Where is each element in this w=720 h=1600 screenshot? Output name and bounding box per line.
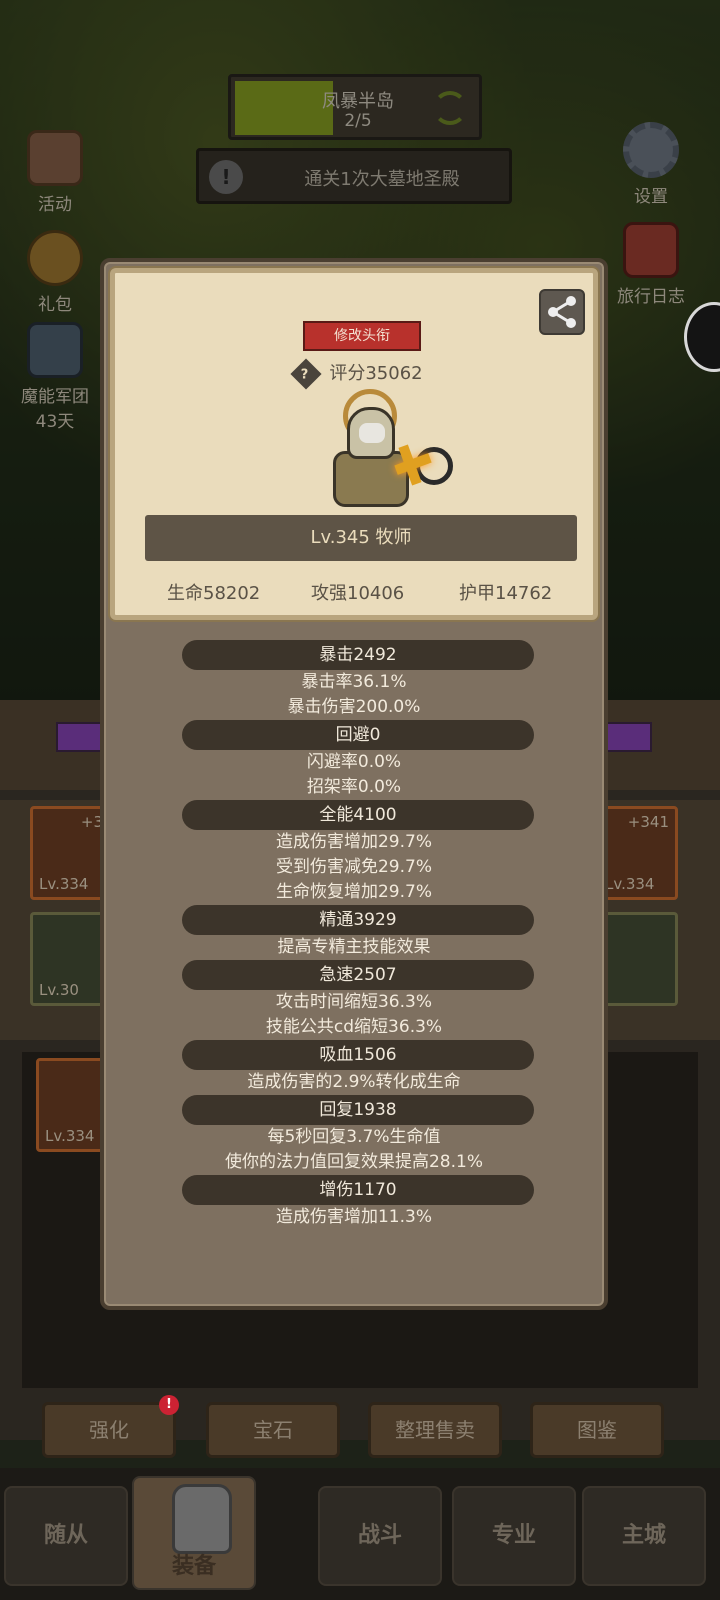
share-icon[interactable] xyxy=(539,289,585,335)
priest-character xyxy=(305,389,465,519)
gear-level: Lv.334 xyxy=(45,1127,95,1145)
stat-header: 精通3929 xyxy=(182,905,534,935)
stat-header: 急速2507 xyxy=(182,960,534,990)
tab-profession[interactable]: 专业 xyxy=(452,1486,576,1586)
gear-level: Lv.334 xyxy=(39,875,89,893)
codex-label: 图鉴 xyxy=(577,1418,617,1442)
gear-icon xyxy=(623,122,679,178)
stat-detail: 暴击率36.1% xyxy=(301,672,407,692)
stat-detail: 提高专精主技能效果 xyxy=(277,937,431,957)
help-glyph: ? xyxy=(301,367,309,383)
tab-profession-label: 专业 xyxy=(491,1523,536,1548)
refresh-icon[interactable] xyxy=(433,91,467,125)
sort-sell-label: 整理售卖 xyxy=(395,1418,475,1442)
stat-armor: 护甲14762 xyxy=(459,583,553,604)
stat-detail: 造成伤害增加11.3% xyxy=(275,1207,432,1227)
score-label: 评分35062 xyxy=(329,363,423,384)
legion-label: 魔能军团 xyxy=(21,387,89,407)
settings-button[interactable]: 设置 xyxy=(606,122,696,207)
stat-detail: 造成伤害的2.9%转化成生命 xyxy=(247,1072,461,1092)
event-scroll-icon xyxy=(27,130,83,186)
stat-detail: 使你的法力值回复效果提高28.1% xyxy=(224,1152,483,1172)
character-stats-modal: 修改头衔 ? 评分35062 Lv.345 牧师 生命58202 攻强10406… xyxy=(100,258,608,1310)
gear-slot-book[interactable] xyxy=(596,912,678,1006)
gift-label: 礼包 xyxy=(38,295,72,315)
stat-detail: 暴击伤害200.0% xyxy=(287,697,421,717)
enhance-label: 强化 xyxy=(89,1418,129,1442)
stat-detail: 招架率0.0% xyxy=(306,777,402,797)
tab-battle-label: 战斗 xyxy=(357,1523,402,1548)
legion-helmet-icon xyxy=(27,322,83,378)
tab-city[interactable]: 主城 xyxy=(582,1486,706,1586)
tab-follower-label: 随从 xyxy=(43,1523,88,1548)
stat-detail: 闪避率0.0% xyxy=(306,752,402,772)
event-button[interactable]: 活动 xyxy=(10,130,100,215)
alert-icon: ! xyxy=(209,160,243,194)
stat-header: 全能4100 xyxy=(182,800,534,830)
gear-level: Lv.30 xyxy=(39,981,79,999)
gift-icon xyxy=(27,230,83,286)
stat-header: 增伤1170 xyxy=(182,1175,534,1205)
tab-equip[interactable]: 装备 xyxy=(132,1476,256,1590)
journal-icon xyxy=(623,222,679,278)
gem-label: 宝石 xyxy=(253,1418,293,1442)
stat-header: 吸血1506 xyxy=(182,1040,534,1070)
legion-button[interactable]: 魔能军团 43天 xyxy=(10,322,100,432)
notification-badge: ! xyxy=(159,1395,179,1415)
basic-stats: 生命58202 攻强10406 护甲14762 xyxy=(115,579,603,609)
stat-detail: 每5秒回复3.7%生命值 xyxy=(267,1127,441,1147)
stat-detail: 受到伤害减免29.7% xyxy=(275,857,432,877)
stat-detail: 技能公共cd缩短36.3% xyxy=(265,1017,443,1037)
tab-battle[interactable]: 战斗 xyxy=(318,1486,442,1586)
stat-detail: 生命恢复增加29.7% xyxy=(275,882,432,902)
quest-banner[interactable]: ! 通关1次大墓地圣殿 xyxy=(196,148,512,204)
gear-level: Lv.334 xyxy=(605,875,655,893)
gear-slot-weapon[interactable]: +341 Lv.334 xyxy=(596,806,678,900)
stat-header: 回避0 xyxy=(182,720,534,750)
legion-days: 43天 xyxy=(35,412,75,432)
sort-sell-button[interactable]: 整理售卖 xyxy=(368,1402,502,1458)
score-row: ? 评分35062 xyxy=(115,358,603,390)
stage-progress-panel[interactable]: 凤暴半岛 2/5 xyxy=(228,74,482,140)
event-label: 活动 xyxy=(38,195,72,215)
codex-button[interactable]: 图鉴 xyxy=(530,1402,664,1458)
help-icon[interactable]: ? xyxy=(290,358,322,390)
edit-title-button[interactable]: 修改头衔 xyxy=(303,321,421,351)
character-card: 修改头衔 ? 评分35062 Lv.345 牧师 生命58202 攻强10406… xyxy=(110,268,598,620)
settings-label: 设置 xyxy=(634,187,668,207)
tab-follower[interactable]: 随从 xyxy=(4,1486,128,1586)
quest-text: 通关1次大墓地圣殿 xyxy=(304,169,460,190)
level-class-bar: Lv.345 牧师 xyxy=(145,515,577,561)
journal-button[interactable]: 旅行日志 xyxy=(606,222,696,307)
gear-plus: +341 xyxy=(627,813,669,831)
gem-button[interactable]: 宝石 xyxy=(206,1402,340,1458)
tab-equip-label: 装备 xyxy=(171,1554,216,1579)
secondary-stats-list: 暴击2492 暴击率36.1% 暴击伤害200.0% 回避0 闪避率0.0% 招架率0.0… xyxy=(104,640,604,1230)
stat-detail: 造成伤害增加29.7% xyxy=(275,832,432,852)
armor-icon xyxy=(172,1484,232,1554)
stat-header: 回复1938 xyxy=(182,1095,534,1125)
gift-button[interactable]: 礼包 xyxy=(10,230,100,315)
stat-detail: 攻击时间缩短36.3% xyxy=(275,992,432,1012)
tab-city-label: 主城 xyxy=(621,1523,666,1548)
journal-label: 旅行日志 xyxy=(617,287,685,307)
stat-attack: 攻强10406 xyxy=(311,583,405,604)
stat-hp: 生命58202 xyxy=(167,583,261,604)
stat-header: 暴击2492 xyxy=(182,640,534,670)
enhance-button[interactable]: 强化 ! xyxy=(42,1395,179,1458)
